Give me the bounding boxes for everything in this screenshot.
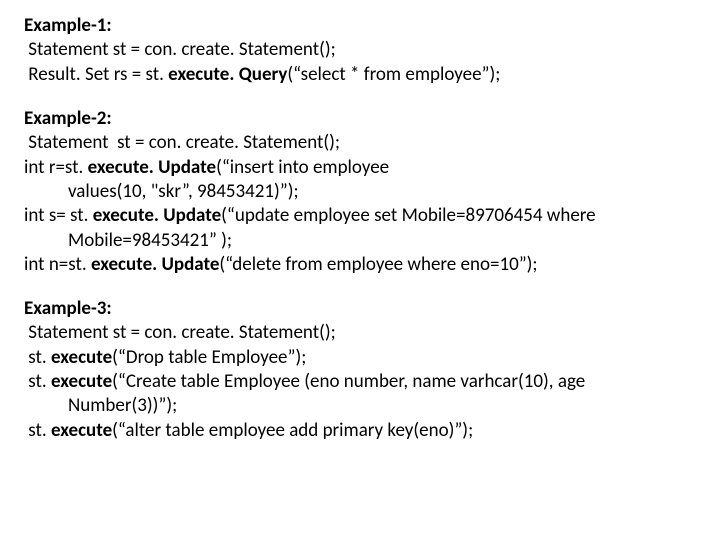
code-line: st. execute(“alter table employee add pr… bbox=[24, 419, 696, 443]
code-line: st. execute(“Create table Employee (eno … bbox=[24, 370, 696, 419]
code-line: st. execute(“Drop table Employee”); bbox=[24, 346, 696, 370]
code-line: Statement st = con. create. Statement(); bbox=[24, 321, 696, 345]
code-line: Statement st = con. create. Statement(); bbox=[24, 38, 696, 62]
code-line: Result. Set rs = st. execute. Query(“sel… bbox=[24, 63, 696, 87]
code-line: int r=st. execute. Update(“insert into e… bbox=[24, 156, 696, 205]
example-3-title: Example-3: bbox=[24, 297, 696, 321]
example-2-title: Example-2: bbox=[24, 107, 696, 131]
example-1: Example-1: Statement st = con. create. S… bbox=[24, 14, 696, 87]
example-1-title: Example-1: bbox=[24, 14, 696, 38]
slide-content: Example-1: Statement st = con. create. S… bbox=[0, 0, 720, 443]
example-3: Example-3: Statement st = con. create. S… bbox=[24, 297, 696, 443]
code-line: int n=st. execute. Update(“delete from e… bbox=[24, 253, 696, 277]
code-line: Statement st = con. create. Statement(); bbox=[24, 131, 696, 155]
example-2: Example-2: Statement st = con. create. S… bbox=[24, 107, 696, 277]
code-line: int s= st. execute. Update(“update emplo… bbox=[24, 204, 696, 253]
